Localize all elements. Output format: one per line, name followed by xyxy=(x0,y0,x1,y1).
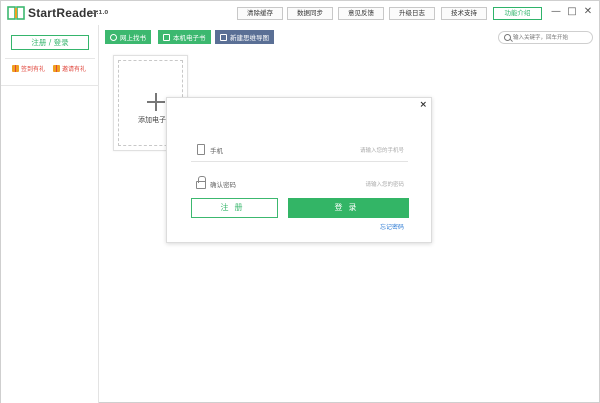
minimize-icon[interactable]: — xyxy=(549,5,563,19)
close-window-icon[interactable]: ✕ xyxy=(581,5,595,19)
maximize-icon[interactable]: □ xyxy=(565,5,579,19)
search-icon xyxy=(504,34,511,41)
login-dialog: × 手机 请输入您的手机号 确认密码 请输入您的密码 注册 登录 忘记密码 xyxy=(166,97,432,243)
data-sync-button[interactable]: 数据同步 xyxy=(287,7,333,20)
app-window: StartReader v3.1.0 清除缓存 数据同步 意见反馈 升级日志 技… xyxy=(0,0,600,403)
search-box[interactable] xyxy=(498,31,593,44)
clear-cache-button[interactable]: 清除缓存 xyxy=(237,7,283,20)
sidebar-divider xyxy=(1,85,99,86)
phone-field[interactable]: 手机 请输入您的手机号 xyxy=(191,138,408,162)
import-icon xyxy=(163,33,170,41)
plus-icon xyxy=(147,93,165,111)
update-log-button[interactable]: 升级日志 xyxy=(389,7,435,20)
new-mindmap-button[interactable]: 新建思维导图 xyxy=(215,30,274,44)
login-button[interactable]: 登录 xyxy=(288,198,409,218)
phone-label: 手机 xyxy=(210,147,223,155)
feedback-button[interactable]: 意见反馈 xyxy=(338,7,384,20)
sign-in-gift-link[interactable]: 签到有礼 xyxy=(12,63,45,73)
gift-icon xyxy=(53,64,60,72)
online-books-label: 网上找书 xyxy=(120,34,146,42)
phone-placeholder[interactable]: 请输入您的手机号 xyxy=(360,146,404,154)
field-underline xyxy=(191,161,408,162)
sidebar: 注册 / 登录 签到有礼 邀请有礼 xyxy=(1,25,99,403)
invite-gift-label: 邀请有礼 xyxy=(62,65,87,73)
app-version: v3.1.0 xyxy=(89,10,109,16)
forgot-password-link[interactable]: 忘记密码 xyxy=(380,222,404,231)
sign-in-gift-label: 签到有礼 xyxy=(21,65,46,73)
sidebar-divider xyxy=(5,58,95,59)
search-input[interactable] xyxy=(513,33,591,42)
mindmap-icon xyxy=(220,33,227,41)
local-ebooks-label: 本机电子书 xyxy=(173,34,206,42)
local-ebooks-button[interactable]: 本机电子书 xyxy=(158,30,211,44)
password-placeholder[interactable]: 请输入您的密码 xyxy=(365,180,404,188)
app-name: StartReader xyxy=(28,6,99,20)
password-field[interactable]: 确认密码 请输入您的密码 xyxy=(191,172,408,196)
title-bar: StartReader v3.1.0 清除缓存 数据同步 意见反馈 升级日志 技… xyxy=(1,1,599,25)
close-dialog-icon[interactable]: × xyxy=(419,100,427,110)
register-login-button[interactable]: 注册 / 登录 xyxy=(11,35,89,50)
globe-icon xyxy=(110,33,117,41)
book-logo-icon xyxy=(7,6,25,20)
invite-gift-link[interactable]: 邀请有礼 xyxy=(53,63,86,73)
register-button[interactable]: 注册 xyxy=(191,198,278,218)
new-mindmap-label: 新建思维导图 xyxy=(230,34,269,42)
tech-support-button[interactable]: 技术支持 xyxy=(441,7,487,20)
feature-intro-button[interactable]: 功能介绍 xyxy=(493,7,542,20)
online-books-button[interactable]: 网上找书 xyxy=(105,30,151,44)
password-label: 确认密码 xyxy=(210,181,236,189)
lock-icon xyxy=(196,176,206,189)
phone-icon xyxy=(197,144,205,155)
gift-icon xyxy=(12,64,19,72)
